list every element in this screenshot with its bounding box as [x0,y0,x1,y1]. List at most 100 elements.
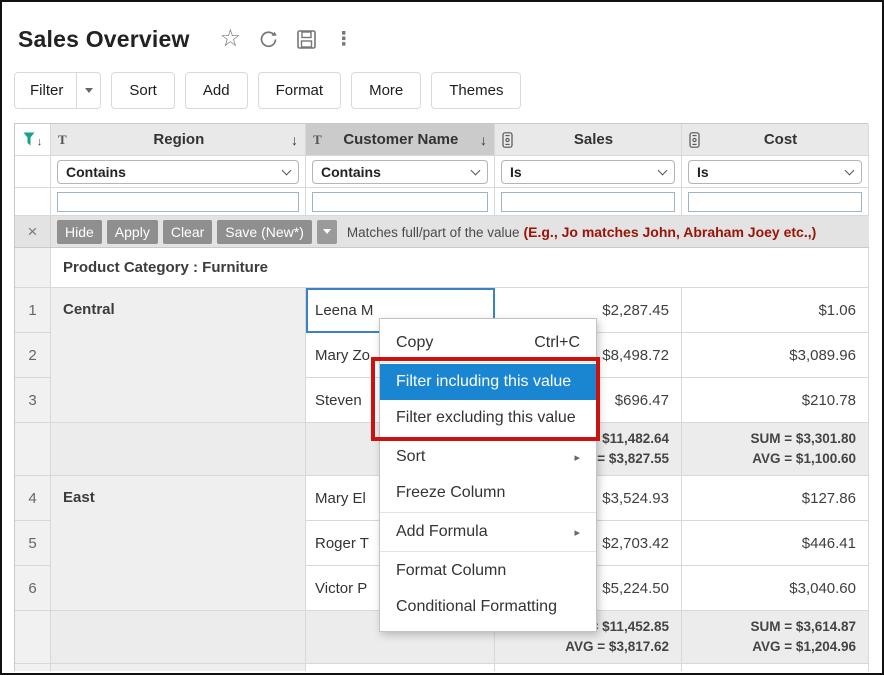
cost-cell[interactable]: $127.86 [682,476,869,521]
save-new-button[interactable]: Save (New*) [217,220,312,244]
menu-item-freeze-column[interactable]: Freeze Column [380,475,596,511]
region-cell[interactable]: Central [51,288,306,423]
apply-button[interactable]: Apply [107,220,158,244]
report-header: Sales Overview ☆ ⋮ [2,2,882,62]
filter-button[interactable]: Filter [14,72,101,109]
chevron-down-icon [323,229,331,238]
row-number-cell[interactable]: 5 [15,521,51,566]
sort-desc-icon: ↓ [291,132,298,148]
value-cell-region [51,188,306,216]
customer-operator-select[interactable]: Contains [312,160,488,184]
cost-cell[interactable]: $210.78 [682,378,869,423]
copy-shortcut: Ctrl+C [534,334,580,352]
chevron-down-icon [282,165,292,175]
save-icon[interactable] [296,29,317,50]
add-button-label: Add [203,82,230,99]
chevron-down-icon [658,165,668,175]
filter-button-label: Filter [15,73,76,108]
menu-item-label: Copy [396,334,433,352]
menu-item-filter-excluding[interactable]: Filter excluding this value [380,400,596,436]
cost-filter-input[interactable] [688,192,862,212]
menu-divider [380,437,596,438]
sales-cell [495,664,682,671]
column-header-region[interactable]: T Region ↓ [51,124,306,156]
selected-operator: Is [510,164,659,180]
menu-item-add-formula[interactable]: Add Formula ▸ [380,514,596,550]
cost-operator-select[interactable]: Is [688,160,862,184]
menu-item-filter-including[interactable]: Filter including this value [380,364,596,400]
menu-item-label: Add Formula [396,523,488,541]
clear-button[interactable]: Clear [163,220,212,244]
cost-sum: SUM = $3,301.80 [682,429,856,449]
favorite-star-icon[interactable]: ☆ [220,29,242,49]
row-number-cell [15,611,51,664]
value-cell-cost [682,188,869,216]
column-header-customer-name[interactable]: T Customer Name ↓ [306,124,495,156]
format-button[interactable]: Format [258,72,342,109]
cost-cell[interactable]: $3,040.60 [682,566,869,611]
text-column-icon: T [313,132,322,148]
format-button-label: Format [276,82,324,99]
row-number-cell[interactable]: 4 [15,476,51,521]
themes-button[interactable]: Themes [431,72,521,109]
spacer-cell [15,156,51,188]
add-button[interactable]: Add [185,72,248,109]
column-header-cost[interactable]: Cost [682,124,869,156]
menu-item-sort[interactable]: Sort ▸ [380,439,596,475]
operator-cell-sales: Is [495,156,682,188]
cost-cell[interactable]: $1.06 [682,288,869,333]
column-header-label: Cost [700,131,861,148]
row-number-cell[interactable]: 6 [15,566,51,611]
more-button-label: More [369,82,403,99]
hide-button[interactable]: Hide [57,220,102,244]
toolbar: Filter Sort Add Format More Themes [14,72,870,109]
sort-button[interactable]: Sort [111,72,175,109]
filter-hint-example: (E.g., Jo matches John, Abraham Joey etc… [523,224,816,240]
row-number-cell[interactable]: 1 [15,288,51,333]
chevron-down-icon [845,165,855,175]
region-cell[interactable]: East [51,476,306,611]
menu-item-conditional-formatting[interactable]: Conditional Formatting [380,589,596,625]
spacer-cell [15,188,51,216]
refresh-icon[interactable] [258,29,279,50]
menu-item-copy[interactable]: Copy Ctrl+C [380,325,596,361]
selected-operator: Contains [66,164,283,180]
sales-operator-select[interactable]: Is [501,160,675,184]
filter-toggle-cell[interactable]: ↓ [15,124,51,156]
customer-cell [306,664,495,671]
row-number-cell [15,423,51,476]
save-dropdown-button[interactable] [317,220,337,244]
column-header-label: Sales [513,131,674,148]
summary-region-cell [51,423,306,476]
customer-filter-input[interactable] [312,192,488,212]
group-header-row: Product Category : Furniture [51,248,869,288]
summary-cost-cell: SUM = $3,614.87AVG = $1,204.96 [682,611,869,664]
row-number-cell[interactable]: 2 [15,333,51,378]
close-filter-icon[interactable]: × [15,216,51,247]
region-operator-select[interactable]: Contains [57,160,299,184]
more-options-kebab-icon[interactable]: ⋮ [334,28,353,51]
summary-cost-cell: SUM = $3,301.80AVG = $1,100.60 [682,423,869,476]
submenu-arrow-icon: ▸ [574,451,580,464]
row-number-cell [15,664,51,671]
cost-cell[interactable]: $3,089.96 [682,333,869,378]
filter-funnel-icon [23,132,38,147]
operator-cell-region: Contains [51,156,306,188]
context-menu: Copy Ctrl+C Filter including this value … [379,318,597,632]
more-button[interactable]: More [351,72,421,109]
menu-item-format-column[interactable]: Format Column [380,553,596,589]
column-header-sales[interactable]: Sales [495,124,682,156]
sales-avg: AVG = $3,817.62 [495,637,669,657]
filter-actions-bar: × Hide Apply Clear Save (New*) Matches f… [15,216,869,248]
cost-cell[interactable]: $446.41 [682,521,869,566]
number-column-icon [689,132,700,148]
chevron-down-icon [471,165,481,175]
row-number-cell[interactable]: 3 [15,378,51,423]
selected-operator: Is [697,164,846,180]
sales-filter-input[interactable] [501,192,675,212]
region-filter-input[interactable] [57,192,299,212]
funnel-sort-arrow-icon: ↓ [37,136,43,148]
text-column-icon: T [58,132,67,148]
filter-dropdown-arrow[interactable] [76,73,100,108]
cost-cell [682,664,869,671]
